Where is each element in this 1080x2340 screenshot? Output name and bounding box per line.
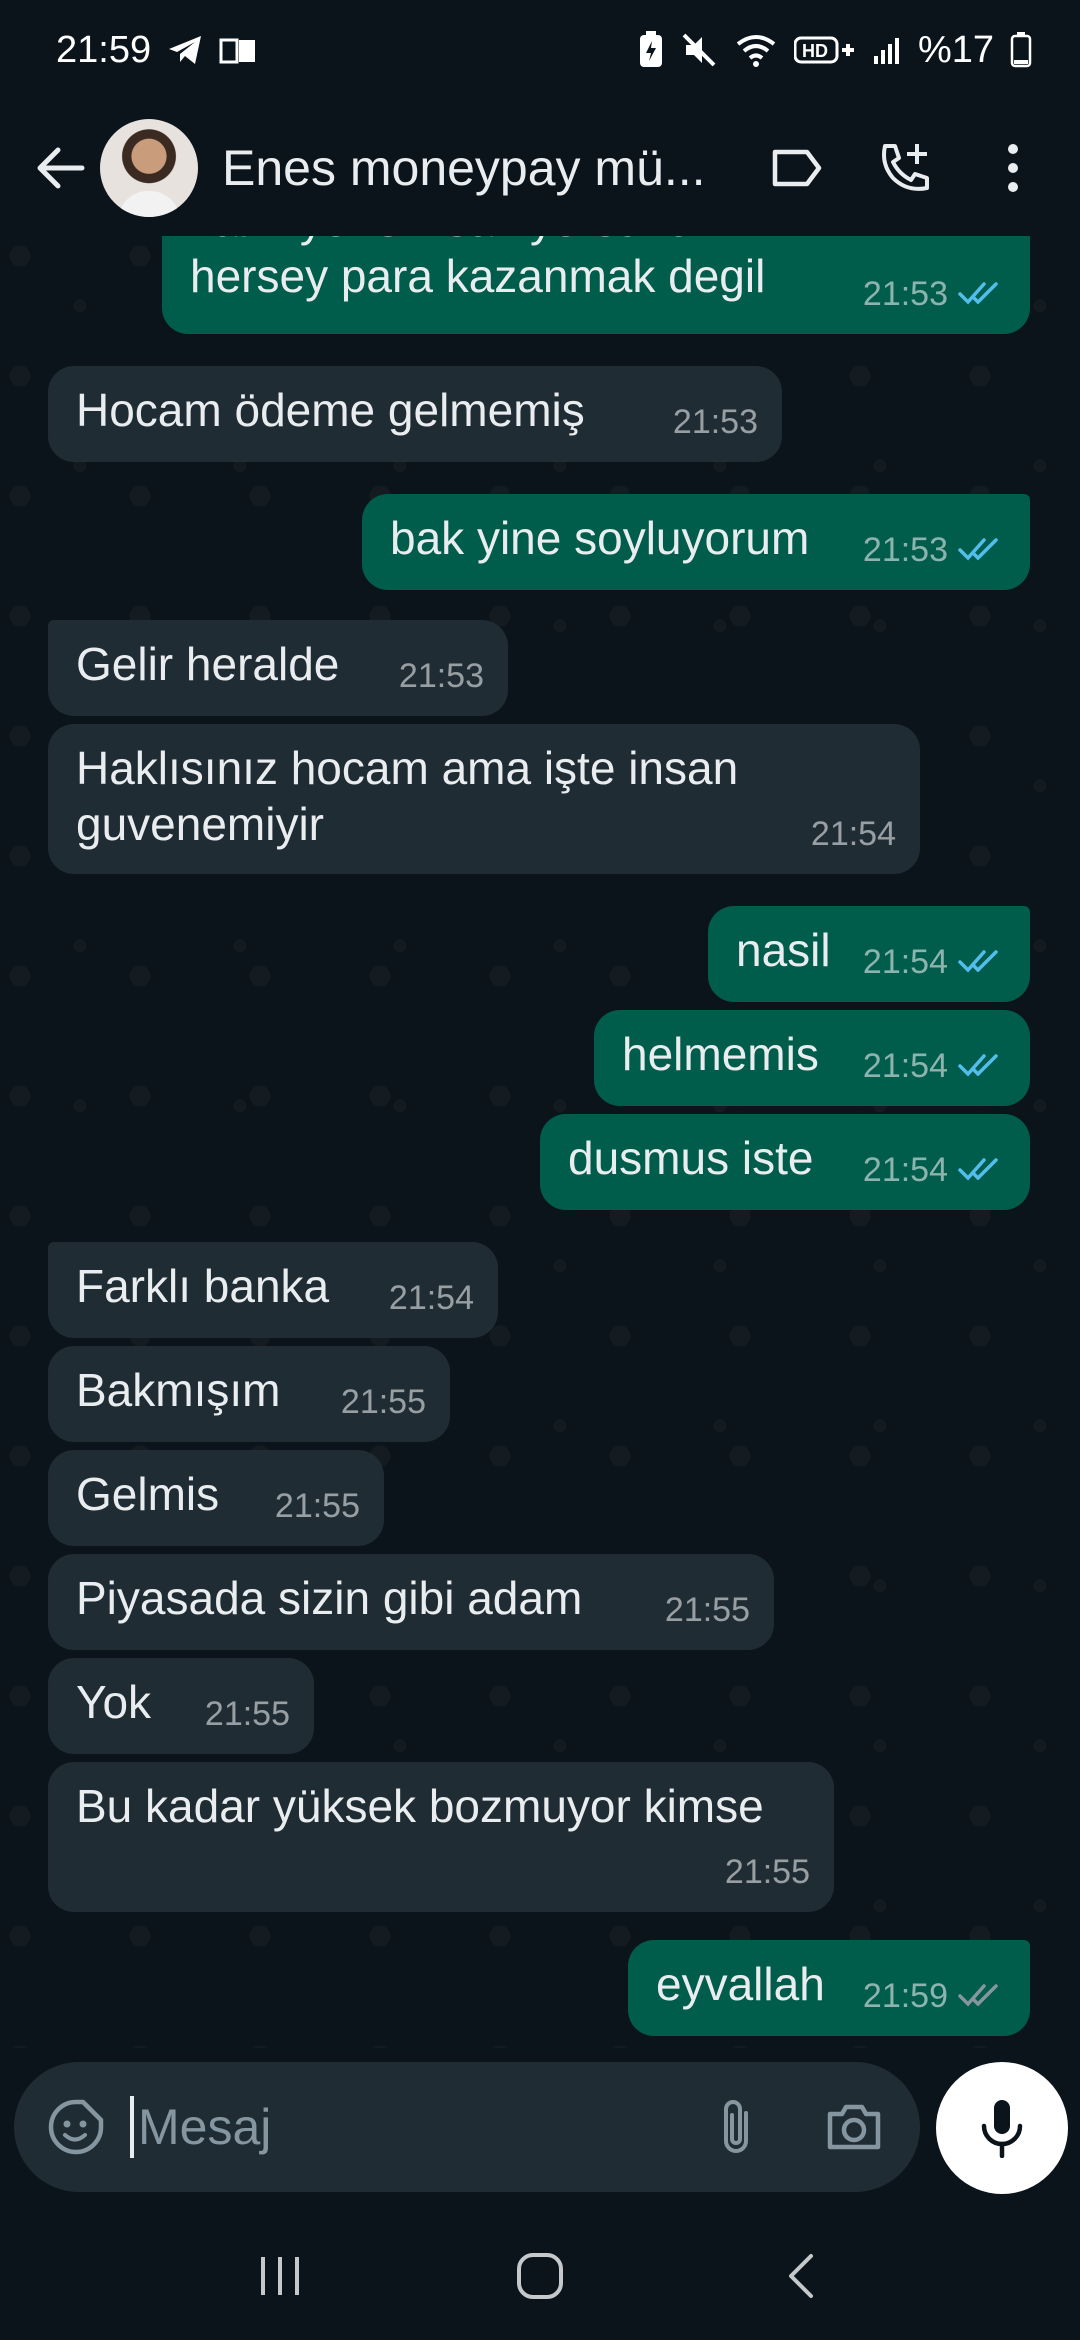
message-text: Piyasada sizin gibi adam	[76, 1572, 583, 1624]
add-call-button[interactable]	[870, 133, 940, 203]
message-time: 21:54	[862, 1151, 948, 1189]
mute-icon	[680, 31, 718, 69]
message-time: 21:55	[724, 1853, 810, 1891]
message-bubble-incoming[interactable]: Bakmışım 21:55	[48, 1346, 450, 1442]
contact-avatar[interactable]	[100, 119, 198, 217]
message-bubble-incoming[interactable]: Bu kadar yüksek bozmuyor kimse 21:55	[48, 1762, 834, 1912]
whatsapp-chat-screen: 21:59 HD %17 Enes moneypay mü... hersey …	[0, 0, 1080, 2340]
battery-saver-icon	[638, 31, 664, 69]
message-time: 21:55	[204, 1695, 290, 1733]
message-time: 21:54	[810, 815, 896, 853]
recent-apps-button[interactable]	[230, 2236, 330, 2316]
message-bubble-outgoing[interactable]: nasil 21:54	[708, 906, 1030, 1002]
home-icon	[517, 2253, 563, 2299]
message-bubble-outgoing[interactable]: dusmus iste 21:54	[540, 1114, 1030, 1210]
message-text: Haklısınız hocam ama işte insan guvenemi…	[76, 742, 739, 850]
sticker-button[interactable]	[40, 2091, 112, 2163]
sticker-icon	[48, 2099, 104, 2155]
message-time: 21:54	[862, 1047, 948, 1085]
message-bubble-incoming[interactable]: Hocam ödeme gelmemiş 21:53	[48, 366, 782, 462]
mic-icon	[981, 2100, 1023, 2158]
message-text: Hocam ödeme gelmemiş	[76, 384, 585, 436]
wifi-icon	[734, 32, 778, 68]
double-check-delivered-icon	[958, 1982, 1006, 2010]
message-bubble-outgoing[interactable]: kalmıyor siz saniyorsunuz hersey para ka…	[162, 236, 1030, 334]
message-text: Bu kadar yüksek bozmuyor kimse	[76, 1780, 764, 1832]
message-bubble-outgoing[interactable]: bak yine soyluyorum 21:53	[362, 494, 1030, 590]
status-time: 21:59	[56, 28, 152, 71]
label-icon	[772, 149, 822, 187]
add-call-icon	[882, 144, 929, 191]
double-check-read-icon	[958, 1052, 1006, 1080]
message-text: bak yine soyluyorum	[390, 512, 810, 564]
message-time: 21:54	[862, 943, 948, 981]
telegram-icon	[167, 34, 203, 66]
message-list[interactable]: kalmıyor siz saniyorsunuz hersey para ka…	[0, 236, 1080, 2048]
message-text: dusmus iste	[568, 1132, 814, 1184]
message-bubble-incoming[interactable]: Piyasada sizin gibi adam 21:55	[48, 1554, 774, 1650]
back-nav-button[interactable]	[750, 2236, 850, 2316]
system-navigation-bar	[0, 2212, 1080, 2340]
message-text: Gelmis	[76, 1468, 220, 1520]
battery-percentage: %17	[917, 28, 994, 71]
more-vert-icon	[1008, 144, 1018, 192]
back-button[interactable]	[24, 132, 96, 204]
svg-text:HD: HD	[802, 41, 828, 61]
double-check-read-icon	[958, 280, 1006, 308]
message-text: Gelir heralde	[76, 638, 340, 690]
home-button[interactable]	[490, 2236, 590, 2316]
back-nav-icon	[789, 2254, 813, 2298]
message-bubble-incoming[interactable]: Gelir heralde 21:53	[48, 620, 508, 716]
message-text: kalmıyor siz saniyorsunuz hersey para ka…	[190, 236, 766, 302]
voice-message-button[interactable]	[936, 2062, 1068, 2194]
status-bar: 21:59 HD %17	[0, 0, 1080, 100]
message-time: 21:55	[664, 1591, 750, 1629]
message-input[interactable]: Mesaj	[14, 2062, 920, 2192]
more-options-button[interactable]	[978, 133, 1048, 203]
message-text: nasil	[736, 924, 831, 976]
double-check-read-icon	[958, 1156, 1006, 1184]
message-bubble-outgoing[interactable]: eyvallah 21:59	[628, 1940, 1030, 2036]
hd-plus-icon: HD	[793, 34, 856, 66]
gallery-icon	[219, 34, 259, 66]
message-text: Bakmışım	[76, 1364, 281, 1416]
message-time: 21:59	[862, 1977, 948, 2015]
arrow-back-icon	[37, 147, 85, 189]
message-time: 21:53	[398, 657, 484, 695]
message-time: 21:53	[862, 275, 948, 313]
message-bubble-incoming[interactable]: Farklı banka 21:54	[48, 1242, 498, 1338]
double-check-read-icon	[958, 536, 1006, 564]
message-time: 21:55	[340, 1383, 426, 1421]
message-bubble-incoming[interactable]: Gelmis 21:55	[48, 1450, 384, 1546]
chat-header: Enes moneypay mü...	[0, 100, 1080, 236]
message-text: eyvallah	[656, 1958, 825, 2010]
recent-apps-icon	[261, 2257, 299, 2295]
message-bubble-incoming[interactable]: Haklısınız hocam ama işte insan guvenemi…	[48, 724, 920, 874]
message-time: 21:53	[862, 531, 948, 569]
message-time: 21:55	[274, 1487, 360, 1525]
paperclip-icon	[724, 2100, 748, 2153]
message-time: 21:54	[388, 1279, 474, 1317]
message-time: 21:53	[672, 403, 758, 441]
label-button[interactable]	[762, 133, 832, 203]
message-text: helmemis	[622, 1028, 819, 1080]
message-text: Farklı banka	[76, 1260, 330, 1312]
message-bubble-outgoing[interactable]: helmemis 21:54	[594, 1010, 1030, 1106]
text-cursor	[130, 2096, 134, 2158]
contact-name[interactable]: Enes moneypay mü...	[222, 139, 722, 197]
camera-icon	[827, 2104, 881, 2150]
composer-bar: Mesaj	[0, 2048, 1080, 2212]
camera-button[interactable]	[822, 2095, 886, 2159]
signal-icon	[872, 34, 902, 66]
double-check-read-icon	[958, 948, 1006, 976]
attach-button[interactable]	[704, 2095, 768, 2159]
battery-icon	[1010, 32, 1032, 68]
input-placeholder: Mesaj	[138, 2099, 272, 2155]
message-text: Yok	[76, 1676, 152, 1728]
message-bubble-incoming[interactable]: Yok 21:55	[48, 1658, 314, 1754]
